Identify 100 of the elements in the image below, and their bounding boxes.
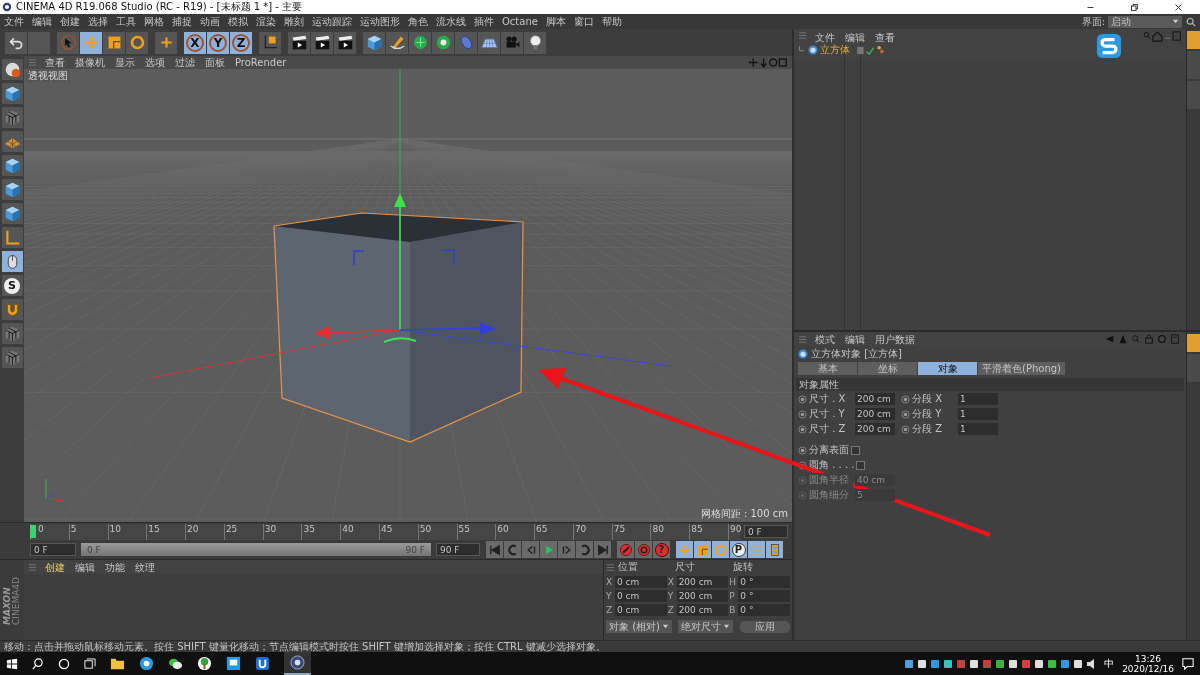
- playhead-marker[interactable]: [30, 524, 36, 538]
- to-end-button[interactable]: [594, 541, 611, 558]
- material-menu-item[interactable]: 创建: [40, 560, 70, 574]
- material-menu-item[interactable]: 功能: [100, 560, 130, 574]
- object-menu-item[interactable]: 编辑: [840, 31, 870, 44]
- play-button[interactable]: [540, 541, 557, 558]
- step-back-button[interactable]: [522, 541, 539, 558]
- attribute-menu-item[interactable]: 用户数据: [870, 332, 920, 346]
- start-frame-field[interactable]: 0 F: [30, 543, 76, 556]
- menu-item[interactable]: 窗口: [569, 14, 598, 29]
- menu-item[interactable]: 模拟: [224, 14, 252, 29]
- record-button[interactable]: [617, 541, 634, 558]
- pen-tool-button[interactable]: [386, 31, 408, 54]
- axis-tool-button[interactable]: X: [184, 31, 206, 54]
- menu-item[interactable]: 网格: [140, 14, 168, 29]
- menu-item[interactable]: 编辑: [28, 14, 56, 29]
- parameter-field[interactable]: 200 cm: [855, 423, 895, 435]
- checkbox[interactable]: [851, 445, 860, 455]
- active-app-tab[interactable]: [284, 652, 311, 675]
- loop-back-button[interactable]: [504, 541, 521, 558]
- coordinate-field[interactable]: 0 cm: [614, 589, 667, 602]
- cube-mode-button[interactable]: [1, 179, 23, 200]
- param-button[interactable]: P: [730, 541, 747, 558]
- mouse-mode-button[interactable]: [1, 251, 23, 272]
- cloner-tool-button[interactable]: [432, 31, 454, 54]
- step-forward-button[interactable]: [558, 541, 575, 558]
- viewport-menu-item[interactable]: ProRender: [230, 56, 292, 69]
- viewport-menu-item[interactable]: 显示: [110, 56, 140, 69]
- cube-tool-button[interactable]: [363, 31, 385, 54]
- coordinate-field[interactable]: 0 °: [738, 603, 790, 616]
- attribute-menu-item[interactable]: 编辑: [840, 332, 870, 346]
- axis-tool-button[interactable]: Z: [230, 31, 252, 54]
- tab[interactable]: 坐标: [858, 362, 917, 375]
- menu-item[interactable]: 运动图形: [356, 14, 404, 29]
- viewport-menu-item[interactable]: 摄像机: [70, 56, 110, 69]
- cube-mode-button[interactable]: [1, 155, 23, 176]
- menu-item[interactable]: 脚本: [541, 14, 570, 29]
- magnet-mode-button[interactable]: [1, 299, 23, 320]
- viewport-menu-item[interactable]: 过滤: [170, 56, 200, 69]
- scale-tool-button[interactable]: [103, 31, 125, 54]
- end-frame-field[interactable]: 90 F: [436, 543, 480, 556]
- checker-mode-button[interactable]: [1, 107, 23, 128]
- add-tool-button[interactable]: [155, 31, 177, 54]
- menu-item[interactable]: 文件: [0, 14, 28, 29]
- sphere-mode-button[interactable]: [1, 59, 23, 80]
- menu-item[interactable]: 渲染: [252, 14, 280, 29]
- film-button[interactable]: [766, 541, 783, 558]
- coordinate-dropdown[interactable]: 绝对尺寸: [678, 620, 733, 633]
- coordinate-field[interactable]: 0 °: [738, 575, 790, 588]
- menu-item[interactable]: 动画: [196, 14, 224, 29]
- apply-button[interactable]: 应用: [740, 620, 790, 633]
- menu-item[interactable]: 运动跟踪: [308, 14, 356, 29]
- menu-item[interactable]: 工具: [112, 14, 140, 29]
- checkbox[interactable]: [856, 460, 866, 470]
- menu-item[interactable]: Octane: [498, 14, 542, 29]
- parameter-field[interactable]: 1: [958, 393, 998, 405]
- light-tool-button[interactable]: [524, 31, 546, 54]
- clap-tool-button[interactable]: [288, 31, 310, 54]
- coordinate-dropdown[interactable]: 对象 (相对): [606, 620, 672, 633]
- menu-item[interactable]: 流水线: [432, 14, 470, 29]
- menu-item[interactable]: 创建: [56, 14, 84, 29]
- clock[interactable]: 13:26 2020/12/16: [1122, 653, 1174, 674]
- tab[interactable]: 平滑着色(Phong): [978, 362, 1065, 375]
- autokey-button[interactable]: [635, 541, 652, 558]
- menu-item[interactable]: 角色: [404, 14, 432, 29]
- snap-mode-button[interactable]: S: [1, 275, 23, 296]
- menu-item[interactable]: 雕刻: [280, 14, 308, 29]
- viewport-menu-item[interactable]: 面板: [200, 56, 230, 69]
- checker-mode-button[interactable]: [1, 347, 23, 368]
- floor-tool-button[interactable]: [478, 31, 500, 54]
- clap-tool-button[interactable]: [311, 31, 333, 54]
- coordinate-field[interactable]: 200 cm: [676, 603, 729, 616]
- coordinate-field[interactable]: 0 cm: [614, 603, 667, 616]
- undo-tool-button[interactable]: [5, 31, 27, 54]
- parameter-field[interactable]: 200 cm: [855, 393, 895, 405]
- menu-item[interactable]: 插件: [470, 14, 498, 29]
- cube-mode-button[interactable]: [1, 83, 23, 104]
- checker-mode-button[interactable]: [1, 323, 23, 344]
- select-tool-button[interactable]: [57, 31, 79, 54]
- material-menu-item[interactable]: 纹理: [130, 560, 160, 574]
- axis-mode-button[interactable]: [1, 227, 23, 248]
- viewport-menu-item[interactable]: 查看: [40, 56, 70, 69]
- current-frame-field[interactable]: 0 F: [744, 525, 788, 538]
- timeline-ruler[interactable]: 0 5 10 15 20 25 30 35 40 45 50 55 60 65 70 75 80 85 90: [30, 523, 740, 540]
- axis-tool-button[interactable]: Y: [207, 31, 229, 54]
- coordinate-field[interactable]: 0 °: [738, 589, 790, 602]
- material-menu-item[interactable]: 编辑: [70, 560, 100, 574]
- subdiv-tool-button[interactable]: [409, 31, 431, 54]
- viewport-menu-item[interactable]: 选项: [140, 56, 170, 69]
- menu-item[interactable]: 帮助: [597, 14, 626, 29]
- cube-mode-button[interactable]: [1, 203, 23, 224]
- clap-tool-button[interactable]: [334, 31, 356, 54]
- cube-model[interactable]: [273, 212, 524, 443]
- parameter-field[interactable]: 1: [958, 408, 998, 420]
- layout-dropdown[interactable]: 启动: [1108, 15, 1182, 28]
- object-menu-item[interactable]: 查看: [870, 31, 900, 44]
- parameter-field[interactable]: 1: [958, 423, 998, 435]
- scale-button[interactable]: [694, 541, 711, 558]
- menu-item[interactable]: 选择: [84, 14, 112, 29]
- to-start-button[interactable]: [486, 541, 503, 558]
